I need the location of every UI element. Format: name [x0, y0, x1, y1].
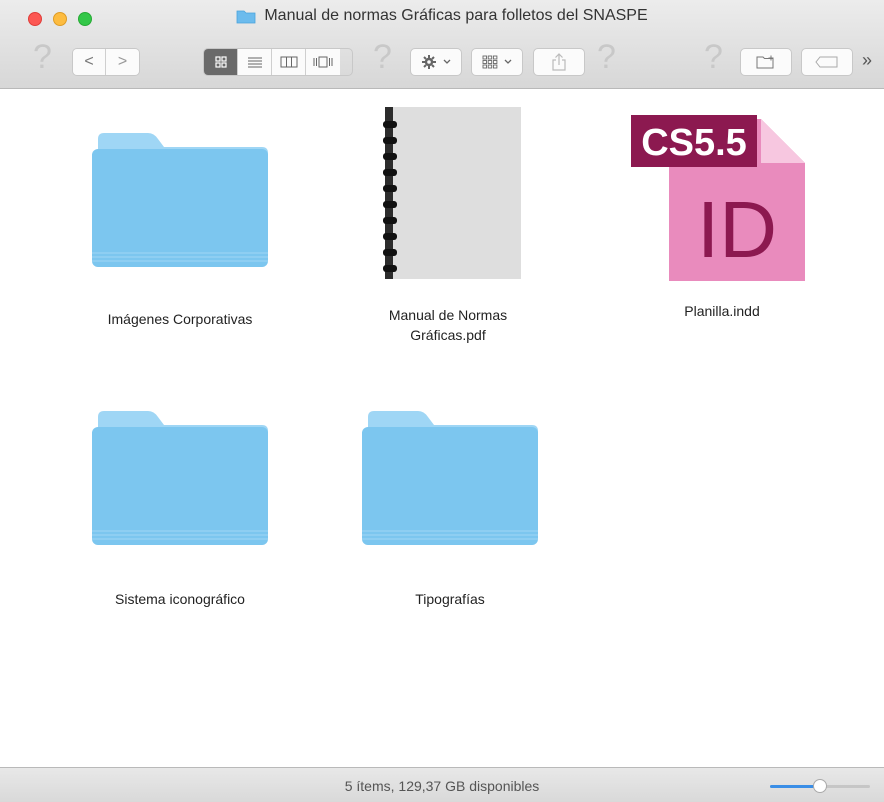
- list-view-button[interactable]: [238, 49, 272, 75]
- status-bar: 5 ítems, 129,37 GB disponibles: [0, 767, 884, 802]
- tag-icon: [815, 56, 838, 68]
- share-button[interactable]: [533, 48, 585, 76]
- help-glyph-2: ?: [373, 38, 392, 76]
- toolbar-overflow-button[interactable]: »: [862, 50, 872, 71]
- file-item-sistema-iconografico[interactable]: Sistema iconográfico: [70, 407, 290, 609]
- indesign-letters: ID: [697, 185, 777, 274]
- share-icon: [552, 53, 566, 71]
- icon-size-slider[interactable]: [770, 779, 870, 793]
- status-text: 5 ítems, 129,37 GB disponibles: [344, 778, 540, 794]
- folder-icon: [236, 10, 256, 24]
- file-item-tipografias[interactable]: Tipografías: [340, 407, 560, 609]
- file-item-label: Sistema iconográfico: [115, 591, 245, 607]
- file-item-imagenes-corporativas[interactable]: Imágenes Corporativas: [70, 129, 290, 329]
- icon-view-button[interactable]: [204, 49, 238, 75]
- folder-icon: [92, 133, 268, 267]
- indesign-file-icon: CS5.5 ID: [631, 115, 805, 281]
- coverflow-view-icon: [313, 56, 333, 68]
- file-item-label: Tipografías: [415, 591, 485, 607]
- navigation-buttons: < >: [72, 48, 140, 76]
- icon-view-icon: [214, 56, 227, 68]
- window-title: Manual de normas Gráficas para folletos …: [264, 7, 648, 24]
- window-margin-right: [870, 89, 884, 767]
- action-menu-button[interactable]: [410, 48, 462, 76]
- file-item-manual-pdf[interactable]: Manual de Normas Gráficas.pdf: [348, 107, 548, 345]
- indesign-badge: CS5.5: [641, 122, 747, 164]
- folder-icon: [362, 411, 538, 545]
- finder-window: Manual de normas Gráficas para folletos …: [0, 0, 884, 802]
- arrange-grid-icon: [482, 55, 498, 69]
- help-glyph-3: ?: [597, 38, 616, 76]
- slider-knob[interactable]: [813, 779, 827, 793]
- icon-view-area: Imágenes Corporativas Manual de Normas G…: [14, 89, 870, 767]
- new-folder-icon: [756, 55, 774, 69]
- coverflow-view-button[interactable]: [306, 49, 340, 75]
- window-margin-left: [0, 89, 14, 767]
- help-glyph-4: ?: [704, 38, 723, 76]
- toolbar: Manual de normas Gráficas para folletos …: [0, 0, 884, 89]
- chevron-down-icon: [443, 59, 451, 64]
- file-item-label: Imágenes Corporativas: [107, 311, 253, 327]
- list-view-icon: [247, 57, 262, 68]
- file-item-label: Manual de Normas Gráficas.pdf: [388, 307, 508, 343]
- chevron-down-icon: [504, 59, 512, 64]
- new-folder-button[interactable]: [740, 48, 792, 76]
- file-item-label: Planilla.indd: [684, 303, 760, 319]
- file-item-planilla-indd[interactable]: CS5.5 ID Planilla.indd: [622, 107, 822, 321]
- help-glyph-1: ?: [33, 38, 52, 76]
- column-view-button[interactable]: [272, 49, 306, 75]
- folder-icon: [92, 411, 268, 545]
- tag-button[interactable]: [801, 48, 853, 76]
- column-view-icon: [280, 56, 297, 68]
- pdf-document-icon: [383, 107, 521, 279]
- back-button[interactable]: <: [73, 49, 107, 75]
- forward-button[interactable]: >: [106, 49, 139, 75]
- view-mode-selector: [203, 48, 353, 76]
- window-title-bar: Manual de normas Gráficas para folletos …: [0, 7, 884, 29]
- arrange-menu-button[interactable]: [471, 48, 523, 76]
- gear-icon: [422, 55, 436, 69]
